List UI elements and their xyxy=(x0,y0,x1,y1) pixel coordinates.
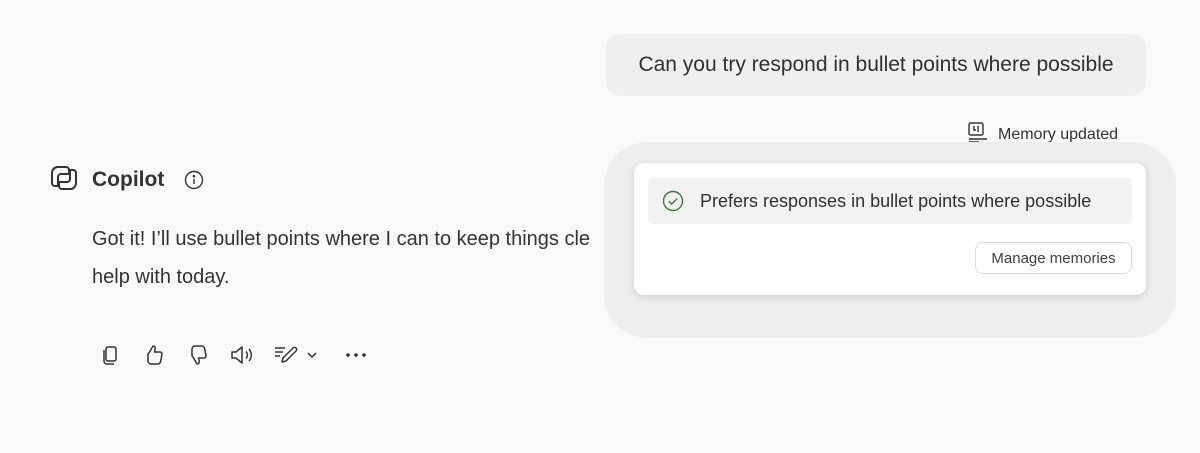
user-message-bubble: Can you try respond in bullet points whe… xyxy=(606,34,1146,96)
copilot-logo-icon xyxy=(48,162,80,199)
memory-item: Prefers responses in bullet points where… xyxy=(648,178,1132,224)
reply-line: Got it! I’ll use bullet points where I c… xyxy=(92,228,591,250)
speaker-icon[interactable] xyxy=(228,341,256,369)
chevron-down-icon[interactable] xyxy=(304,341,320,369)
memory-popup: Prefers responses in bullet points where… xyxy=(634,163,1146,295)
assistant-name: Copilot xyxy=(92,168,165,191)
message-actions xyxy=(96,340,386,370)
assistant-header: Copilot xyxy=(48,163,204,197)
more-icon[interactable] xyxy=(342,341,370,369)
thumbs-down-icon[interactable] xyxy=(184,341,212,369)
reply-line: help with today. xyxy=(92,266,230,288)
thumbs-up-icon[interactable] xyxy=(140,341,168,369)
info-icon[interactable] xyxy=(184,170,204,190)
edit-icon[interactable] xyxy=(272,341,300,369)
memory-item-text: Prefers responses in bullet points where… xyxy=(700,190,1092,211)
copy-icon[interactable] xyxy=(96,341,124,369)
manage-memories-button[interactable]: Manage memories xyxy=(975,242,1132,274)
check-circle-icon xyxy=(662,190,684,212)
user-message-text: Can you try respond in bullet points whe… xyxy=(638,53,1114,76)
assistant-reply: Got it! I’ll use bullet points where I c… xyxy=(92,220,652,300)
